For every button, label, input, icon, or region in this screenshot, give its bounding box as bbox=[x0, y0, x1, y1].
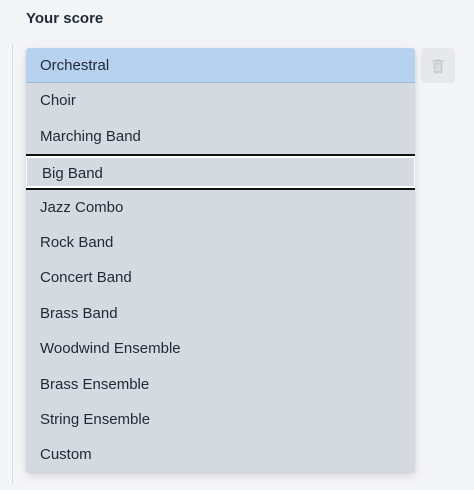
option-woodwind-ensemble[interactable]: Woodwind Ensemble bbox=[26, 331, 415, 366]
option-brass-band[interactable]: Brass Band bbox=[26, 296, 415, 331]
option-string-ensemble[interactable]: String Ensemble bbox=[26, 402, 415, 437]
option-concert-band[interactable]: Concert Band bbox=[26, 260, 415, 295]
option-marching-band[interactable]: Marching Band bbox=[26, 119, 415, 154]
score-panel: Your score Orchestral Choir Marching Ban… bbox=[0, 0, 464, 490]
trash-icon bbox=[432, 59, 444, 73]
option-brass-ensemble[interactable]: Brass Ensemble bbox=[26, 367, 415, 402]
delete-score-button[interactable] bbox=[421, 48, 455, 83]
option-choir[interactable]: Choir bbox=[26, 83, 415, 118]
option-jazz-combo[interactable]: Jazz Combo bbox=[26, 190, 415, 225]
ensemble-dropdown[interactable]: Orchestral Choir Marching Band Big Band … bbox=[26, 48, 415, 472]
left-divider bbox=[12, 44, 13, 484]
section-title: Your score bbox=[26, 10, 104, 27]
option-big-band[interactable]: Big Band bbox=[26, 154, 415, 190]
option-rock-band[interactable]: Rock Band bbox=[26, 225, 415, 260]
option-orchestral[interactable]: Orchestral bbox=[26, 48, 415, 84]
option-custom[interactable]: Custom bbox=[26, 437, 415, 472]
